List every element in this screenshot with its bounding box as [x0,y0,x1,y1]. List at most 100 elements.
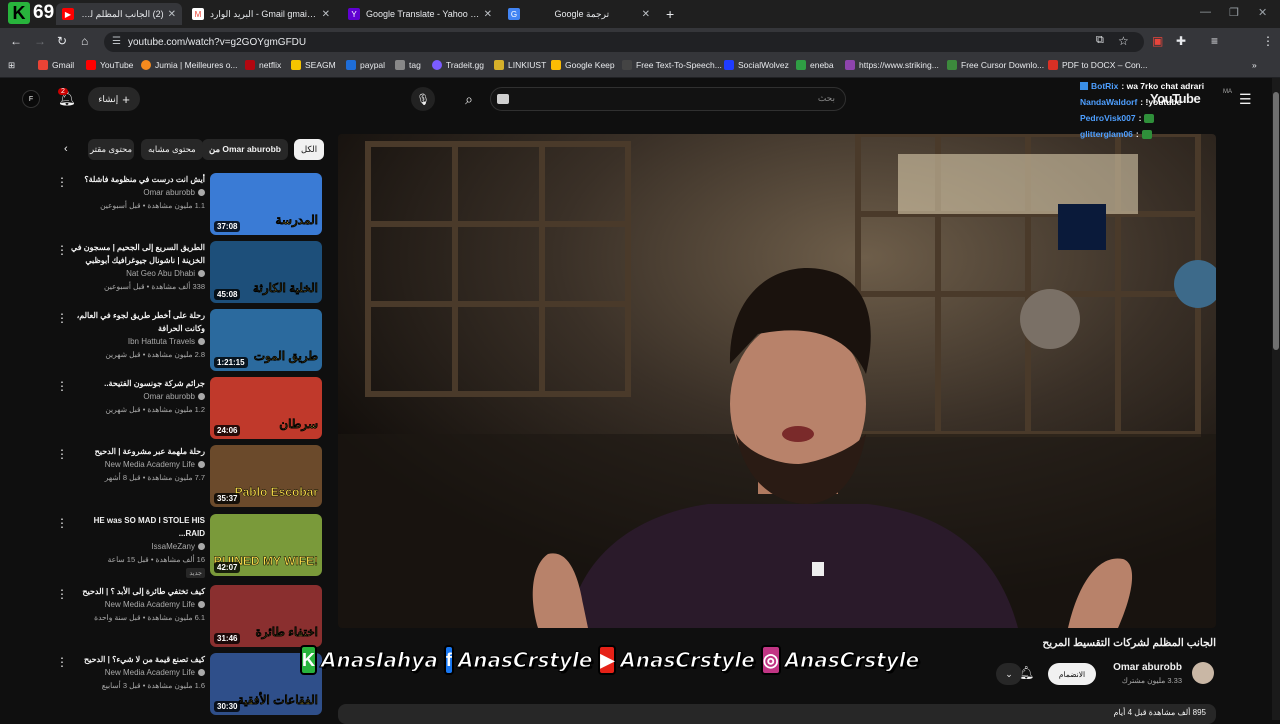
site-info-icon[interactable]: ☰ [112,36,121,47]
related-video-channel[interactable]: New Media Academy Life [69,600,205,609]
guide-menu-icon[interactable]: ☰ [1239,91,1252,108]
bookmark-netflix[interactable]: netflix [245,60,281,70]
close-tab-icon[interactable]: ✕ [484,9,492,20]
related-video-channel[interactable]: Omar aburobb [69,188,205,197]
bookmark-google-keep[interactable]: Google Keep [551,60,615,70]
close-window-icon[interactable]: ✕ [1258,6,1267,19]
bookmark-cursor[interactable]: Free Cursor Downlo... [947,60,1044,70]
description-box[interactable]: 895 ألف مشاهدة قبل 4 أيام [338,704,1216,724]
more-actions-icon[interactable]: ⋮ [56,655,68,669]
close-tab-icon[interactable]: ✕ [642,9,650,20]
related-video-item[interactable]: ⋮ رحلة ملهمة عبر مشروعة | الدحيح New Media… [56,445,322,509]
related-video-channel[interactable]: Ibn Hattuta Travels [69,337,205,346]
bookmark-tag[interactable]: tag [395,60,421,70]
home-icon[interactable]: ⌂ [81,34,88,48]
chip-from-channel[interactable]: من Omar aburobb [202,139,288,160]
related-video-thumbnail[interactable]: YOU RUINED MY WIFE!42:07 [210,514,322,576]
bookmark-jumia[interactable]: Jumia | Meilleures o... [141,60,238,70]
bookmark-linkiust[interactable]: LINKIUST [494,60,546,70]
related-video-item[interactable]: ⋮ كيف تختفي طائرة إلى الأبد ؟ | الدحيح New… [56,585,322,649]
search-icon[interactable]: ⌕ [454,87,484,111]
tab-title: البريد الوارد - Gmail ‏gmail.com@ [210,8,318,19]
tab-yahoo[interactable]: Y Google Translate - Yahoo Search ✕ [342,3,498,25]
chip-related[interactable]: محتوى مشابه [141,139,203,160]
more-actions-icon[interactable]: ⋮ [56,587,68,601]
more-actions-icon[interactable]: ⋮ [56,243,68,257]
close-tab-icon[interactable]: ✕ [168,9,176,20]
chevron-down-icon[interactable]: ⌄ [996,663,1022,685]
channel-name[interactable]: Omar aburobb [1096,662,1182,673]
related-video-channel[interactable]: IssaMeZany [69,542,205,551]
forward-icon[interactable]: → [34,34,46,48]
bookmark-gmail[interactable]: Gmail [38,60,74,70]
related-video-title[interactable]: رحلة على أخطر طريق لجوء في العالم، وكانت… [69,309,205,335]
more-bookmarks-icon[interactable]: » [1252,60,1257,70]
scrollbar-thumb[interactable] [1273,92,1279,350]
chips-prev-arrow-icon[interactable]: ‹ [64,143,68,155]
more-actions-icon[interactable]: ⋮ [56,311,68,325]
more-actions-icon[interactable]: ⋮ [56,379,68,393]
apps-grid-icon[interactable]: ⊞ [8,60,15,71]
keyboard-icon[interactable] [497,94,509,104]
tab-youtube[interactable]: ▶ (2) الجانب المظلم لشركات ✕ [56,3,182,25]
related-video-thumbnail[interactable]: طريق الموت 1:21:15 [210,309,322,371]
voice-search-icon[interactable]: 🎙︎ [411,87,435,111]
extension-record-icon[interactable]: ▣ [1152,34,1163,48]
related-video-title[interactable]: كيف تختفي طائرة إلى الأبد ؟ | الدحيح [69,585,205,598]
minimize-icon[interactable]: — [1200,6,1211,18]
related-video-item[interactable]: ⋮ كيف تصنع قيمة من لا شيء؟ | الدحيح New Me… [56,653,322,717]
media-icon[interactable]: ≡ [1211,34,1218,48]
tab-gmail[interactable]: M البريد الوارد - Gmail ‏gmail.com@ ✕ [186,3,336,25]
create-button[interactable]: إنشاء + [88,87,140,111]
related-video-thumbnail[interactable]: الخلية الكارثة 45:08 [210,241,322,303]
related-video-item[interactable]: ⋮ رحلة على أخطر طريق لجوء في العالم، وكان… [56,309,322,373]
more-actions-icon[interactable]: ⋮ [56,175,68,189]
extensions-icon[interactable]: ✚ [1176,34,1186,48]
related-video-channel[interactable]: Omar aburobb [69,392,205,401]
bookmark-eneba[interactable]: eneba [796,60,834,70]
related-video-title[interactable]: HE was SO MAD I STOLE HIS RAID... [69,514,205,540]
tab-google-translate[interactable]: G Google ترجمة ✕ [502,3,656,25]
related-video-item[interactable]: ⋮ HE was SO MAD I STOLE HIS RAID... IssaMe… [56,514,322,578]
join-button[interactable]: الانضمام [1048,663,1096,685]
bookmark-tts[interactable]: Free Text-To-Speech... [622,60,722,70]
more-actions-icon[interactable]: ⋮ [56,447,68,461]
bookmark-striking[interactable]: https://www.striking... [845,60,939,70]
address-bar[interactable]: ☰ youtube.com/watch?v=g2GOYgmGFDU [104,32,1144,52]
related-video-title[interactable]: أيش انت درست في منظومة فاشلة؟ [69,173,205,186]
more-actions-icon[interactable]: ⋮ [56,516,68,530]
related-video-thumbnail[interactable]: المدرسة 37:08 [210,173,322,235]
maximize-icon[interactable]: ❐ [1229,6,1239,19]
related-video-channel[interactable]: Nat Geo Abu Dhabi [69,269,205,278]
search-input[interactable]: بحث [490,87,846,111]
bookmark-seagm[interactable]: SEAGM [291,60,336,70]
bookmark-star-icon[interactable]: ☆ [1118,34,1129,48]
back-icon[interactable]: ← [10,34,22,48]
bookmark-paypal[interactable]: paypal [346,60,385,70]
chip-recommended[interactable]: محتوى مقتر [88,139,134,160]
related-video-channel[interactable]: New Media Academy Life [69,460,205,469]
menu-kebab-icon[interactable]: ⋮ [1262,34,1274,48]
related-video-title[interactable]: كيف تصنع قيمة من لا شيء؟ | الدحيح [69,653,205,666]
bookmark-pdf-docx[interactable]: PDF to DOCX – Con... [1048,60,1148,70]
related-video-title[interactable]: رحلة ملهمة عبر مشروعة | الدحيح [69,445,205,458]
related-video-item[interactable]: ⋮ أيش انت درست في منظومة فاشلة؟ Omar aburo… [56,173,322,237]
reload-icon[interactable]: ↻ [57,34,67,48]
account-avatar[interactable]: F [22,90,40,108]
bookmark-socialwolvez[interactable]: SocialWolvez [724,60,789,70]
bookmark-tradeit[interactable]: Tradeit.gg [432,60,484,70]
channel-avatar[interactable] [1192,662,1214,684]
chip-all[interactable]: الكل [294,139,325,160]
video-player[interactable] [338,134,1216,628]
new-tab-button[interactable]: + [660,3,682,25]
related-video-title[interactable]: الطريق السريع إلى الجحيم | مسجون في الخز… [69,241,205,267]
install-app-icon[interactable]: ⧉ [1096,34,1104,47]
close-tab-icon[interactable]: ✕ [322,9,330,20]
bookmark-youtube[interactable]: YouTube [86,60,133,70]
related-video-channel[interactable]: New Media Academy Life [69,668,205,677]
related-video-title[interactable]: جرائم شركة جونسون الفتيحة.. [69,377,205,390]
related-video-item[interactable]: ⋮ الطريق السريع إلى الجحيم | مسجون في الخ… [56,241,322,305]
related-video-thumbnail[interactable]: Pablo Escobar 35:37 [210,445,322,507]
related-video-item[interactable]: ⋮ جرائم شركة جونسون الفتيحة.. Omar aburobb… [56,377,322,441]
related-video-thumbnail[interactable]: سرطان 24:06 [210,377,322,439]
